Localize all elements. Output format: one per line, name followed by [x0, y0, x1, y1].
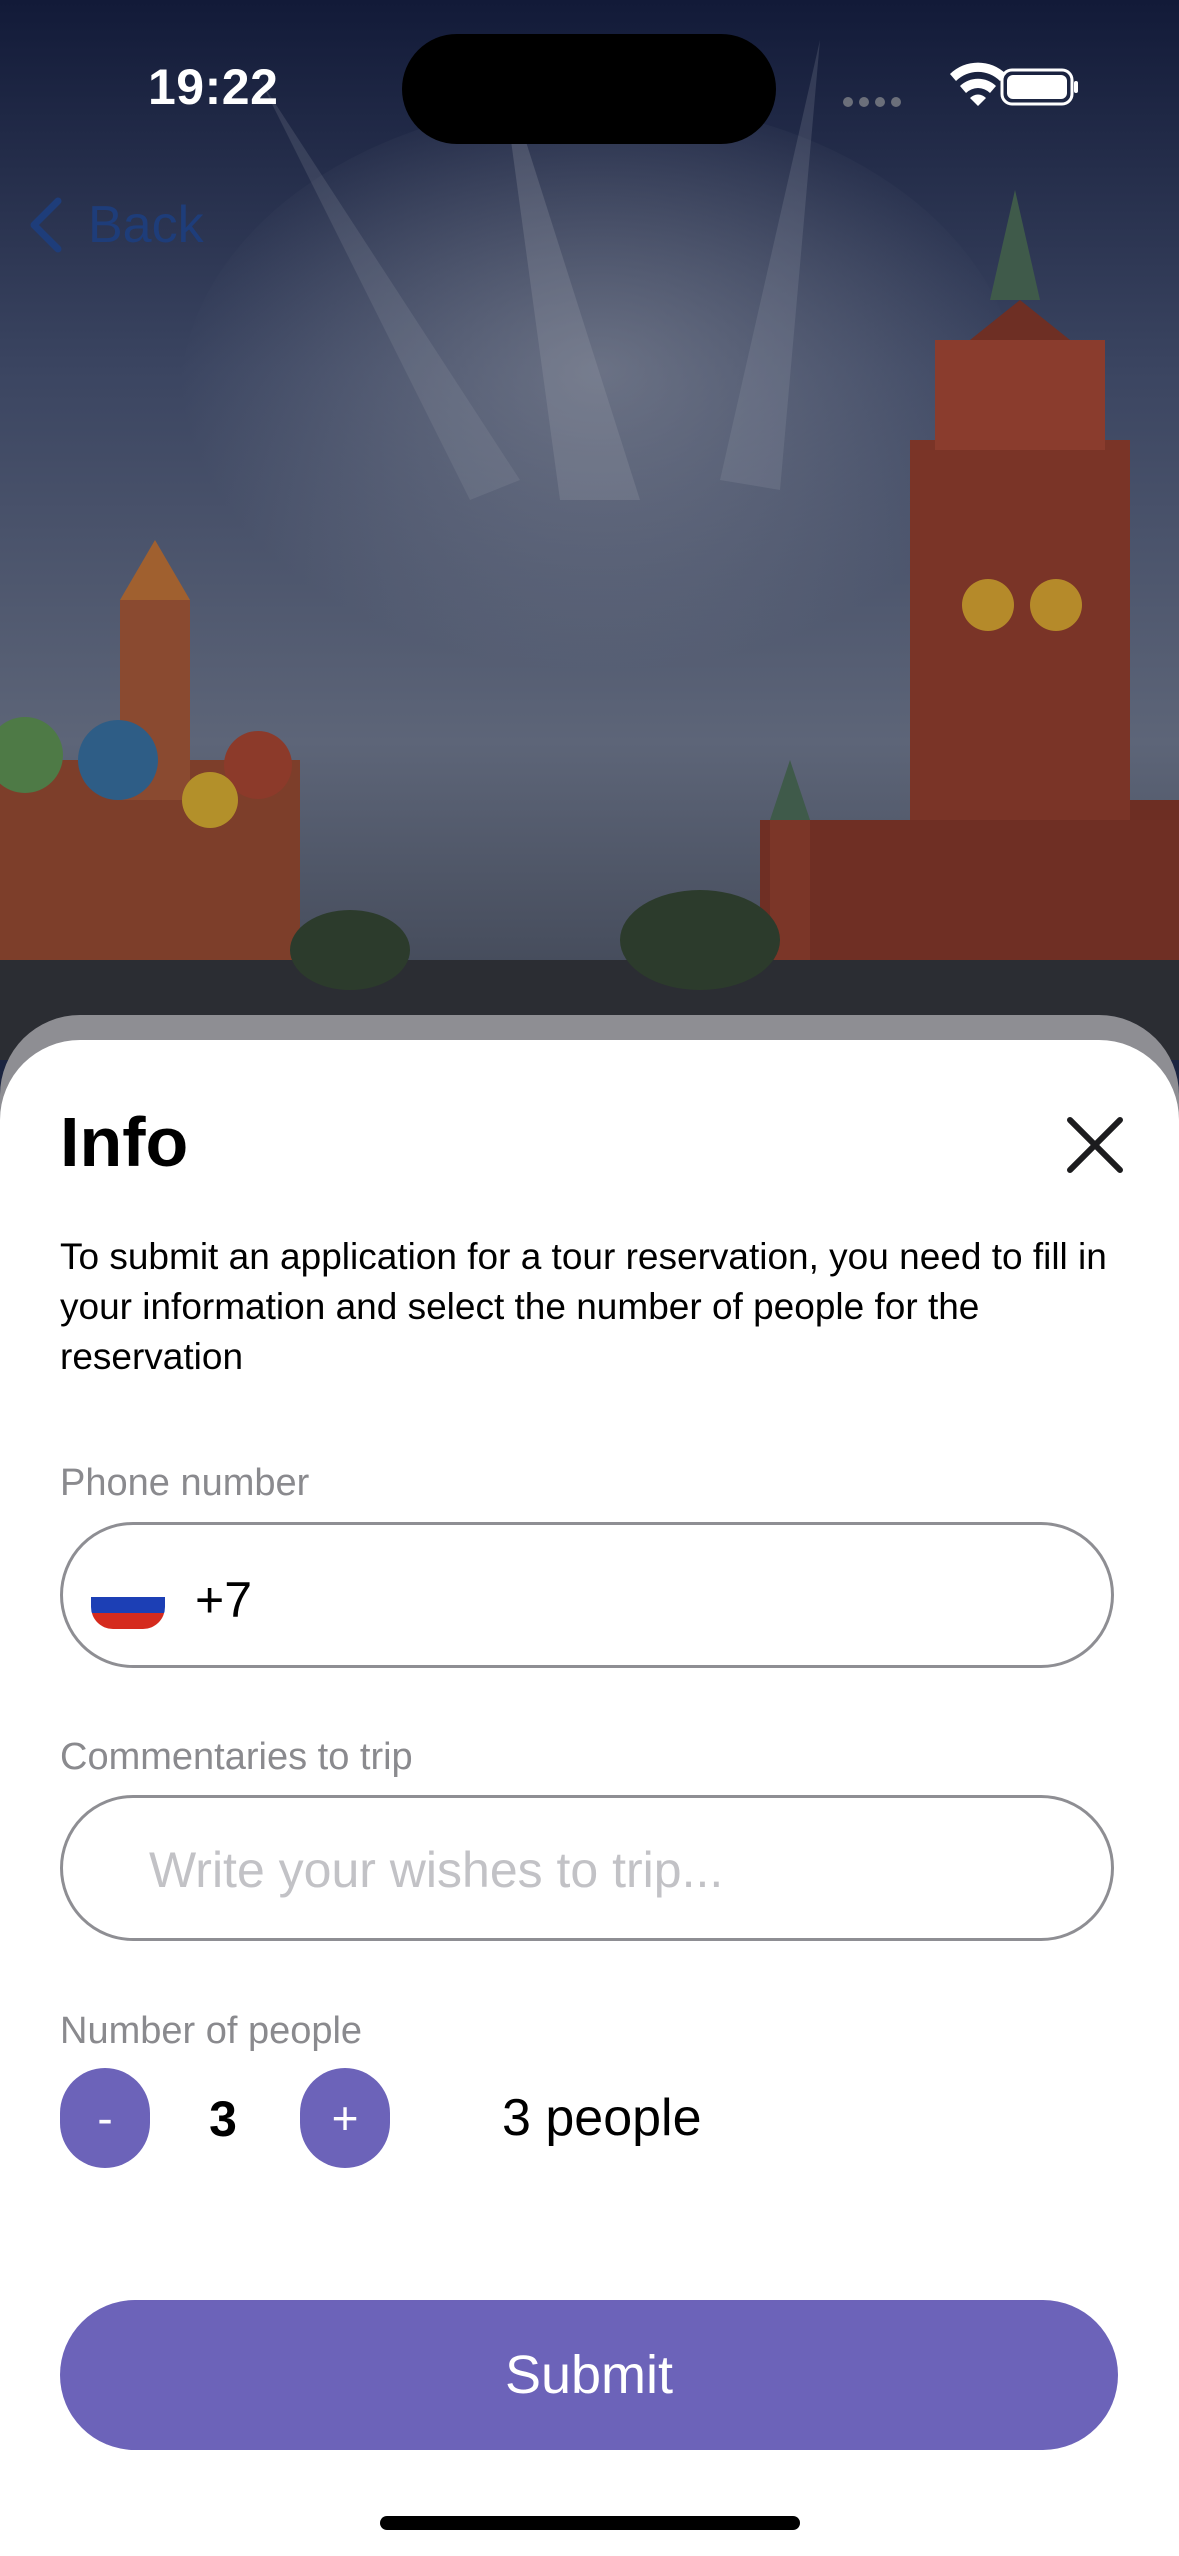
phone-value[interactable]: +7 [195, 1571, 252, 1629]
people-label: Number of people [60, 2010, 363, 2052]
phone-label: Phone number [60, 1462, 310, 1504]
increment-button[interactable]: + [300, 2068, 390, 2168]
signal-dots-icon [843, 97, 901, 107]
back-label: Back [88, 196, 204, 254]
sheet-description: To submit an application for a tour rese… [60, 1236, 1107, 1377]
close-icon [1067, 1117, 1123, 1173]
comment-label: Commentaries to trip [60, 1736, 413, 1778]
home-indicator [380, 2516, 800, 2530]
status-time: 19:22 [148, 59, 279, 115]
chevron-left-icon [30, 197, 62, 253]
comment-input[interactable] [147, 1836, 1051, 1904]
battery-icon [1000, 68, 1078, 106]
close-button[interactable] [1060, 1110, 1130, 1180]
dynamic-island [402, 34, 776, 144]
phone-field[interactable]: +7 [60, 1522, 1114, 1668]
status-icons [840, 60, 1080, 110]
decrement-button[interactable]: - [60, 2068, 150, 2168]
comment-field[interactable] [60, 1795, 1114, 1941]
submit-button[interactable]: Submit [60, 2300, 1118, 2450]
back-button[interactable]: Back [26, 190, 204, 260]
status-bar: 19:22 [0, 0, 1179, 170]
people-summary: 3 people [502, 2089, 702, 2147]
people-count: 3 [209, 2091, 237, 2147]
russia-flag-icon[interactable] [91, 1581, 165, 1629]
sheet-title: Info [60, 1103, 189, 1181]
wifi-icon [950, 62, 1006, 106]
